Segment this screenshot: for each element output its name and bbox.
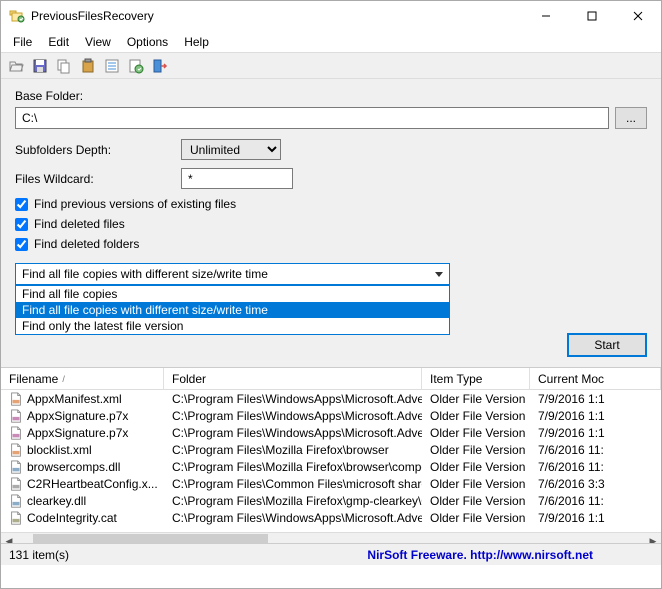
cell-folder: C:\Program Files\Mozilla Firefox\gmp-cle…: [164, 494, 422, 508]
column-headers: Filename/ Folder Item Type Current Moc: [1, 368, 661, 390]
list-body: AppxManifest.xmlC:\Program Files\Windows…: [1, 390, 661, 532]
results-list: Filename/ Folder Item Type Current Moc A…: [1, 367, 661, 543]
cell-folder: C:\Program Files\WindowsApps\Microsoft.A…: [164, 511, 422, 525]
table-row[interactable]: AppxSignature.p7xC:\Program Files\Window…: [1, 424, 661, 441]
cell-mod: 7/9/2016 1:1: [530, 409, 661, 423]
filter-combo[interactable]: Find all file copies with different size…: [15, 263, 450, 285]
exit-icon[interactable]: [149, 55, 171, 77]
table-row[interactable]: blocklist.xmlC:\Program Files\Mozilla Fi…: [1, 441, 661, 458]
maximize-button[interactable]: [569, 1, 615, 31]
statusbar: 131 item(s) NirSoft Freeware. http://www…: [1, 543, 661, 565]
base-folder-label: Base Folder:: [15, 89, 647, 103]
cell-filename: clearkey.dll: [1, 494, 164, 508]
wildcard-label: Files Wildcard:: [15, 172, 175, 186]
combo-option[interactable]: Find only the latest file version: [16, 318, 449, 334]
cell-type: Older File Version: [422, 511, 530, 525]
sort-asc-icon: /: [62, 374, 65, 384]
check-deleted-files-label: Find deleted files: [34, 217, 125, 231]
cell-type: Older File Version: [422, 460, 530, 474]
depth-select[interactable]: Unlimited: [181, 139, 281, 160]
col-item-type[interactable]: Item Type: [422, 368, 530, 389]
table-row[interactable]: CodeIntegrity.catC:\Program Files\Window…: [1, 509, 661, 526]
refresh-icon[interactable]: [125, 55, 147, 77]
combo-option[interactable]: Find all file copies: [16, 286, 449, 302]
cell-mod: 7/6/2016 11:: [530, 443, 661, 457]
cell-filename: AppxManifest.xml: [1, 392, 164, 406]
depth-label: Subfolders Depth:: [15, 143, 175, 157]
menu-options[interactable]: Options: [119, 33, 176, 51]
cell-filename: AppxSignature.p7x: [1, 426, 164, 440]
menu-help[interactable]: Help: [176, 33, 217, 51]
cell-type: Older File Version: [422, 477, 530, 491]
start-button[interactable]: Start: [567, 333, 647, 357]
cell-mod: 7/6/2016 11:: [530, 494, 661, 508]
minimize-button[interactable]: [523, 1, 569, 31]
form-area: Base Folder: ... Subfolders Depth: Unlim…: [1, 79, 661, 367]
col-current-mod[interactable]: Current Moc: [530, 368, 661, 389]
filter-combo-selected[interactable]: Find all file copies with different size…: [15, 263, 450, 285]
cell-folder: C:\Program Files\Mozilla Firefox\browser: [164, 443, 422, 457]
wildcard-input[interactable]: [181, 168, 293, 189]
col-filename[interactable]: Filename/: [1, 368, 164, 389]
col-folder[interactable]: Folder: [164, 368, 422, 389]
cell-type: Older File Version: [422, 426, 530, 440]
cell-folder: C:\Program Files\WindowsApps\Microsoft.A…: [164, 392, 422, 406]
cell-filename: CodeIntegrity.cat: [1, 511, 164, 525]
base-folder-input[interactable]: [15, 107, 609, 129]
check-deleted-files[interactable]: [15, 218, 28, 231]
filter-combo-list: Find all file copies Find all file copie…: [15, 285, 450, 335]
cell-type: Older File Version: [422, 443, 530, 457]
menu-edit[interactable]: Edit: [40, 33, 77, 51]
window-title: PreviousFilesRecovery: [31, 9, 523, 23]
cell-folder: C:\Program Files\WindowsApps\Microsoft.A…: [164, 409, 422, 423]
cell-type: Older File Version: [422, 392, 530, 406]
close-button[interactable]: [615, 1, 661, 31]
cell-folder: C:\Program Files\Mozilla Firefox\browser…: [164, 460, 422, 474]
check-prev-versions-label: Find previous versions of existing files: [34, 197, 236, 211]
cell-folder: C:\Program Files\WindowsApps\Microsoft.A…: [164, 426, 422, 440]
menu-file[interactable]: File: [5, 33, 40, 51]
cell-filename: browsercomps.dll: [1, 460, 164, 474]
cell-mod: 7/9/2016 1:1: [530, 426, 661, 440]
paste-icon[interactable]: [77, 55, 99, 77]
titlebar: PreviousFilesRecovery: [1, 1, 661, 31]
combo-option[interactable]: Find all file copies with different size…: [16, 302, 449, 318]
cell-filename: blocklist.xml: [1, 443, 164, 457]
cell-type: Older File Version: [422, 409, 530, 423]
cell-mod: 7/9/2016 1:1: [530, 511, 661, 525]
scroll-right-icon[interactable]: ▶: [645, 534, 661, 544]
cell-folder: C:\Program Files\Common Files\microsoft …: [164, 477, 422, 491]
check-deleted-folders[interactable]: [15, 238, 28, 251]
table-row[interactable]: browsercomps.dllC:\Program Files\Mozilla…: [1, 458, 661, 475]
toolbar: [1, 52, 661, 79]
save-icon[interactable]: [29, 55, 51, 77]
app-icon: [9, 8, 25, 24]
browse-button[interactable]: ...: [615, 107, 647, 129]
check-prev-versions[interactable]: [15, 198, 28, 211]
window-controls: [523, 1, 661, 31]
cell-type: Older File Version: [422, 494, 530, 508]
scroll-thumb[interactable]: [33, 534, 268, 544]
properties-icon[interactable]: [101, 55, 123, 77]
scroll-track[interactable]: [17, 534, 645, 544]
table-row[interactable]: AppxSignature.p7xC:\Program Files\Window…: [1, 407, 661, 424]
credit-link[interactable]: NirSoft Freeware. http://www.nirsoft.net: [367, 548, 593, 562]
cell-mod: 7/9/2016 1:1: [530, 392, 661, 406]
table-row[interactable]: AppxManifest.xmlC:\Program Files\Windows…: [1, 390, 661, 407]
scroll-left-icon[interactable]: ◀: [1, 534, 17, 544]
open-icon[interactable]: [5, 55, 27, 77]
cell-filename: C2RHeartbeatConfig.x...: [1, 477, 164, 491]
menubar: File Edit View Options Help: [1, 31, 661, 52]
cell-filename: AppxSignature.p7x: [1, 409, 164, 423]
check-deleted-folders-label: Find deleted folders: [34, 237, 139, 251]
menu-view[interactable]: View: [77, 33, 119, 51]
horizontal-scrollbar[interactable]: ◀ ▶: [1, 532, 661, 543]
cell-mod: 7/6/2016 11:: [530, 460, 661, 474]
item-count: 131 item(s): [9, 548, 209, 562]
table-row[interactable]: C2RHeartbeatConfig.x...C:\Program Files\…: [1, 475, 661, 492]
table-row[interactable]: clearkey.dllC:\Program Files\Mozilla Fir…: [1, 492, 661, 509]
copy-icon[interactable]: [53, 55, 75, 77]
cell-mod: 7/6/2016 3:3: [530, 477, 661, 491]
